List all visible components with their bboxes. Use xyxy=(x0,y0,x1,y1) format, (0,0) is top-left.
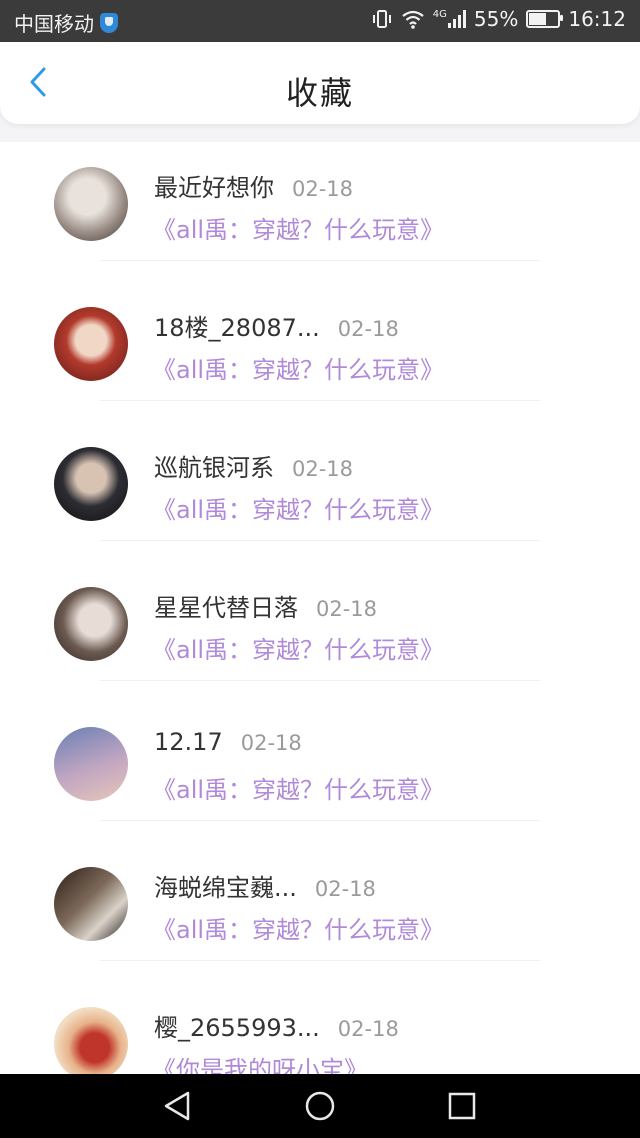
favorite-date: 02-18 xyxy=(292,457,354,481)
work-title[interactable]: 《all禹：穿越？什么玩意》 xyxy=(152,350,444,385)
list-item[interactable]: 樱_2655993... 02-18 《你是我的呀小宝》 xyxy=(0,982,640,1074)
avatar[interactable] xyxy=(54,307,128,381)
list-item[interactable]: 海蜕绵宝巍... 02-18 《all禹：穿越？什么玩意》 xyxy=(0,842,640,982)
divider xyxy=(100,400,540,401)
vibrate-icon xyxy=(372,10,391,28)
nav-back-button[interactable] xyxy=(158,1088,198,1124)
name-line: 海蜕绵宝巍... 02-18 xyxy=(154,868,376,903)
user-name[interactable]: 巡航银河系 xyxy=(154,448,274,483)
user-name[interactable]: 18楼_28087... xyxy=(154,308,320,343)
favorite-date: 02-18 xyxy=(337,1017,399,1041)
battery-icon xyxy=(526,10,564,28)
user-name[interactable]: 海蜕绵宝巍... xyxy=(154,868,297,903)
work-title[interactable]: 《你是我的呀小宝》 xyxy=(152,1050,368,1074)
battery-percent: 55% xyxy=(473,7,519,31)
favorite-date: 02-18 xyxy=(240,731,302,755)
user-name[interactable]: 星星代替日落 xyxy=(154,588,298,623)
list-item[interactable]: 星星代替日落 02-18 《all禹：穿越？什么玩意》 xyxy=(0,562,640,702)
favorite-date: 02-18 xyxy=(292,177,354,201)
divider xyxy=(100,680,540,681)
battery-fill xyxy=(529,13,546,25)
favorite-date: 02-18 xyxy=(337,317,399,341)
name-line: 最近好想你 02-18 xyxy=(154,168,353,203)
favorite-date: 02-18 xyxy=(316,597,378,621)
avatar[interactable] xyxy=(54,1007,128,1074)
avatar[interactable] xyxy=(54,727,128,801)
name-line: 巡航银河系 02-18 xyxy=(154,448,353,483)
name-line: 18楼_28087... 02-18 xyxy=(154,308,399,343)
divider xyxy=(100,260,540,261)
divider xyxy=(100,820,540,821)
home-circle-icon xyxy=(305,1091,335,1121)
user-name[interactable]: 樱_2655993... xyxy=(154,1008,320,1043)
avatar[interactable] xyxy=(54,167,128,241)
work-title[interactable]: 《all禹：穿越？什么玩意》 xyxy=(152,210,444,245)
favorite-date: 02-18 xyxy=(314,877,376,901)
work-title[interactable]: 《all禹：穿越？什么玩意》 xyxy=(152,630,444,665)
nav-home-button[interactable] xyxy=(300,1088,340,1124)
divider xyxy=(100,960,540,961)
nav-bar xyxy=(0,1074,640,1138)
page-title: 收藏 xyxy=(285,74,354,112)
divider xyxy=(100,540,540,541)
avatar[interactable] xyxy=(54,587,128,661)
status-bar: 中国移动 4G 55% 16:12 xyxy=(0,0,640,42)
shield-icon xyxy=(100,12,118,33)
header: 收藏 xyxy=(0,42,640,124)
back-triangle-icon xyxy=(164,1091,190,1121)
status-indicators: 4G 55% 16:12 xyxy=(371,7,626,31)
avatar[interactable] xyxy=(54,447,128,521)
list-item[interactable]: 最近好想你 02-18 《all禹：穿越？什么玩意》 xyxy=(0,142,640,282)
clock: 16:12 xyxy=(568,7,626,31)
list-item[interactable]: 12.17 02-18 《all禹：穿越？什么玩意》 xyxy=(0,702,640,842)
name-line: 樱_2655993... 02-18 xyxy=(154,1008,399,1043)
work-title[interactable]: 《all禹：穿越？什么玩意》 xyxy=(152,490,444,525)
avatar[interactable] xyxy=(54,867,128,941)
wifi-icon xyxy=(402,10,424,29)
recents-square-icon xyxy=(448,1092,476,1120)
user-name[interactable]: 12.17 xyxy=(154,728,223,756)
signal-icon xyxy=(447,10,466,28)
list-item[interactable]: 18楼_28087... 02-18 《all禹：穿越？什么玩意》 xyxy=(0,282,640,422)
signal-group: 4G xyxy=(433,10,466,28)
carrier-name: 中国移动 xyxy=(14,12,94,36)
network-type: 4G xyxy=(432,9,447,20)
user-name[interactable]: 最近好想你 xyxy=(154,168,274,203)
list-item[interactable]: 巡航银河系 02-18 《all禹：穿越？什么玩意》 xyxy=(0,422,640,562)
carrier-group: 中国移动 xyxy=(14,8,118,37)
nav-recents-button[interactable] xyxy=(442,1088,482,1124)
name-line: 星星代替日落 02-18 xyxy=(154,588,377,623)
work-title[interactable]: 《all禹：穿越？什么玩意》 xyxy=(152,910,444,945)
favorites-list: 最近好想你 02-18 《all禹：穿越？什么玩意》 18楼_28087... … xyxy=(0,142,640,1074)
name-line: 12.17 02-18 xyxy=(154,728,302,756)
work-title[interactable]: 《all禹：穿越？什么玩意》 xyxy=(152,770,444,805)
